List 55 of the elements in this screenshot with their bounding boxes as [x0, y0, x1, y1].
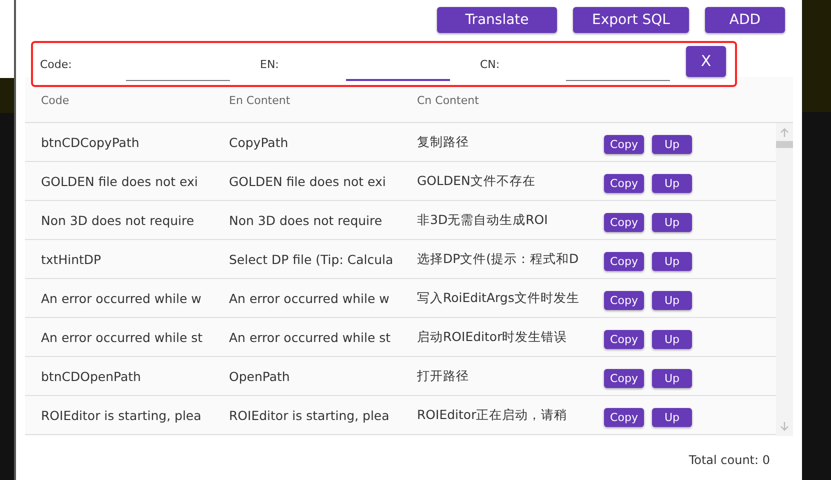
- row-button[interactable]: Up: [652, 369, 692, 388]
- row-button[interactable]: Copy: [604, 369, 644, 388]
- table-cell-text: CopyPath: [229, 134, 290, 150]
- scroll-thumb[interactable]: [776, 141, 793, 148]
- row-button[interactable]: Up: [652, 174, 692, 193]
- field-label: CN:: [480, 58, 501, 70]
- row-button[interactable]: Up: [652, 252, 692, 271]
- column-header: Code: [41, 94, 70, 106]
- table-cell-text: GOLDEN file does not exi: [229, 174, 387, 188]
- table-cell-text: OpenPath: [229, 368, 291, 384]
- table-cell-text: An error occurred while w: [41, 290, 202, 306]
- table-cell-text: 非3D无需自动生成ROI: [417, 212, 549, 228]
- table-cell-text: ROIEditor is starting, plea: [229, 408, 390, 422]
- table-cell-text: ROIEditor is starting, plea: [41, 408, 202, 422]
- field-label: Code:: [40, 58, 73, 70]
- table-cell-text: 打开路径: [417, 368, 470, 384]
- table-cell-text: An error occurred while st: [41, 330, 204, 344]
- row-button[interactable]: Up: [652, 135, 692, 154]
- table-cell-text: 启动ROIEditor时发生错误: [417, 328, 568, 346]
- clear-button[interactable]: X: [686, 46, 726, 76]
- table-cell-text: GOLDEN file does not exi: [41, 174, 199, 188]
- table-cell-text: Non 3D does not require: [41, 212, 196, 228]
- row-button[interactable]: Copy: [604, 408, 644, 427]
- table-cell-text: Select DP file (Tip: Calcula: [229, 252, 394, 266]
- row-button[interactable]: Copy: [604, 213, 644, 232]
- row-button[interactable]: Up: [652, 291, 692, 310]
- table-cell-text: btnCDCopyPath: [41, 134, 140, 150]
- table-cell-text: An error occurred while st: [229, 330, 392, 344]
- scroll-down-icon[interactable]: [780, 422, 789, 431]
- toolbar-button[interactable]: Export SQL: [573, 7, 689, 33]
- table-cell-text: An error occurred while w: [229, 290, 390, 306]
- row-button[interactable]: Copy: [604, 330, 644, 349]
- scrollbar[interactable]: [776, 123, 793, 436]
- total-count: Total count: 0: [688, 453, 770, 467]
- column-header: Cn Content: [417, 94, 480, 106]
- table-cell-text: 写入RoiEditArgs文件时发生: [417, 290, 580, 306]
- table-cell-text: GOLDEN文件不存在: [417, 172, 536, 190]
- table-cell-text: txtHintDP: [41, 252, 102, 266]
- row-button[interactable]: Copy: [604, 135, 644, 154]
- table-cell-text: 复制路径: [417, 134, 470, 150]
- row-button[interactable]: Copy: [604, 174, 644, 193]
- table-cell-text: btnCDOpenPath: [41, 368, 142, 384]
- row-button[interactable]: Up: [652, 213, 692, 232]
- toolbar-button[interactable]: Translate: [437, 7, 557, 33]
- row-button[interactable]: Copy: [604, 252, 644, 271]
- scroll-up-icon[interactable]: [780, 128, 789, 137]
- row-button[interactable]: Copy: [604, 291, 644, 310]
- table-cell-text: Non 3D does not require: [229, 212, 384, 228]
- column-header: En Content: [229, 94, 292, 106]
- toolbar-button[interactable]: ADD: [705, 7, 785, 33]
- table-cell-text: ROIEditor正在启动，请稍: [417, 406, 568, 424]
- field-label: EN:: [260, 58, 280, 70]
- row-button[interactable]: Up: [652, 330, 692, 349]
- table-cell-text: 选择DP文件(提示：程式和D: [417, 250, 580, 268]
- row-button[interactable]: Up: [652, 408, 692, 427]
